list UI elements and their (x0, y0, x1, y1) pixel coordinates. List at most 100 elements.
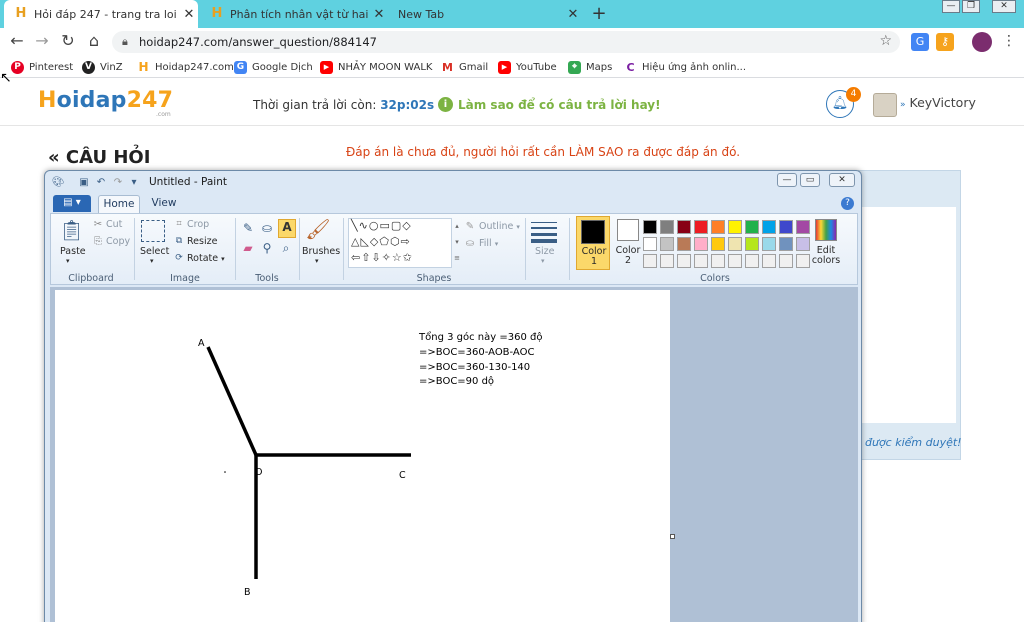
palette-swatch[interactable] (779, 254, 793, 268)
fill-button[interactable]: Fill ▾ (479, 238, 498, 249)
close-icon[interactable]: ✕ (564, 7, 582, 22)
palette-swatch[interactable] (677, 220, 691, 234)
help-icon[interactable]: ? (841, 197, 854, 210)
site-logo[interactable]: Hoidap247 (38, 88, 173, 113)
address-bar[interactable]: 🔒︎ hoidap247.com/answer_question/884147 … (112, 31, 900, 53)
close-icon[interactable]: ✕ (370, 7, 388, 22)
bookmark-nhay-moon-walk[interactable]: ▶ NHẢY MOON WALK (320, 59, 432, 75)
close-icon[interactable]: ✕ (180, 7, 198, 22)
forward-icon[interactable]: → (31, 31, 53, 51)
palette-swatch[interactable] (643, 237, 657, 251)
palette-swatch[interactable] (677, 237, 691, 251)
reload-icon[interactable]: ↻ (57, 31, 79, 51)
profile-avatar[interactable] (972, 32, 992, 52)
palette-swatch[interactable] (728, 237, 742, 251)
back-icon[interactable]: ← (6, 31, 28, 51)
palette-swatch[interactable] (796, 254, 810, 268)
bookmark-hieu-ung-anh[interactable]: C Hiệu ứng ảnh onlin... (624, 59, 746, 75)
translate-extension-icon[interactable]: G (911, 33, 929, 51)
palette-swatch[interactable] (677, 254, 691, 268)
outline-button[interactable]: Outline ▾ (479, 221, 520, 232)
rotate-button[interactable]: Rotate ▾ (187, 253, 225, 264)
size-icon[interactable] (531, 220, 557, 243)
palette-swatch[interactable] (711, 220, 725, 234)
color2-swatch[interactable] (617, 219, 639, 241)
paint-title-bar[interactable]: 🎨︎ ▣ ↶ ↷ ▾ Untitled - Paint — ▭ ✕ (45, 171, 861, 193)
bookmark-google-dich[interactable]: G Google Dịch (234, 59, 313, 75)
bookmark-gmail[interactable]: M Gmail (441, 59, 488, 75)
bookmark-pinterest[interactable]: P Pinterest (11, 59, 73, 75)
save-icon[interactable]: ▣ (78, 176, 90, 189)
answer-tip-link[interactable]: i Làm sao để có câu trả lời hay! (438, 97, 661, 112)
cut-button[interactable]: Cut (106, 219, 122, 230)
canvas-resize-handle[interactable] (670, 534, 675, 539)
select-icon[interactable] (141, 220, 165, 242)
undo-icon[interactable]: ↶ (95, 176, 107, 189)
palette-swatch[interactable] (779, 237, 793, 251)
tab-phan-tich[interactable]: H Phân tích nhân vật từ hai trong c ✕ (200, 0, 388, 28)
palette-swatch[interactable] (694, 237, 708, 251)
palette-swatch[interactable] (745, 254, 759, 268)
eraser-icon[interactable]: ▰ (240, 241, 256, 257)
palette-swatch[interactable] (762, 220, 776, 234)
palette-swatch[interactable] (660, 237, 674, 251)
edit-colors-button[interactable]: Edit colors (811, 246, 841, 266)
edit-colors-icon[interactable] (815, 219, 837, 241)
paste-icon[interactable]: 📋︎ (59, 218, 84, 244)
color2-button[interactable]: Color 2 (615, 246, 641, 266)
paint-file-menu-button[interactable]: ▤ ▾ (53, 195, 91, 212)
palette-swatch[interactable] (796, 220, 810, 234)
key-extension-icon[interactable]: ⚷ (936, 33, 954, 51)
palette-swatch[interactable] (796, 237, 810, 251)
redo-icon[interactable]: ↷ (112, 176, 124, 189)
restore-window-icon[interactable]: ❐ (962, 0, 980, 13)
size-dropdown-icon[interactable]: ▾ (541, 257, 545, 265)
new-tab-button[interactable]: + (588, 3, 610, 25)
tab-home[interactable]: Home (98, 195, 140, 213)
palette-swatch[interactable] (660, 254, 674, 268)
fill-bucket-icon[interactable]: ⛀ (259, 221, 275, 237)
palette-swatch[interactable] (660, 220, 674, 234)
bookmark-maps[interactable]: ⌖ Maps (568, 59, 612, 75)
crop-button[interactable]: Crop (187, 219, 209, 230)
palette-swatch[interactable] (745, 237, 759, 251)
pencil-icon[interactable]: ✎ (240, 221, 256, 237)
brushes-icon[interactable]: 🖌︎ (304, 217, 332, 243)
home-icon[interactable]: ⌂ (83, 31, 105, 51)
paint-canvas[interactable]: A O C B Tổng 3 góc này =360 độ =>BOC=360… (55, 290, 670, 622)
bookmark-star-icon[interactable]: ☆ (879, 33, 892, 49)
paint-minimize-icon[interactable]: — (777, 173, 797, 187)
palette-swatch[interactable] (728, 220, 742, 234)
magnifier-icon[interactable]: ⌕ (278, 241, 294, 257)
paste-dropdown-icon[interactable]: ▾ (66, 257, 70, 265)
select-button[interactable]: Select (140, 246, 169, 257)
minimize-window-icon[interactable]: — (942, 0, 960, 13)
palette-swatch[interactable] (694, 254, 708, 268)
user-menu[interactable]: » KeyVictory (900, 95, 976, 110)
paint-maximize-icon[interactable]: ▭ (800, 173, 820, 187)
color1-button[interactable]: Color 1 (576, 216, 610, 270)
shapes-gallery[interactable]: ╲∿○▭▢◇ △◺◇⬠⬡⇨ ⇦⇧⇩✧☆✩ (348, 218, 452, 268)
brushes-dropdown-icon[interactable]: ▾ (315, 257, 319, 265)
bookmark-vinz[interactable]: V VinZ (82, 59, 123, 75)
quick-access-dropdown-icon[interactable]: ▾ (129, 176, 139, 189)
palette-swatch[interactable] (762, 237, 776, 251)
paste-button[interactable]: Paste (60, 246, 86, 257)
brushes-button[interactable]: Brushes (302, 246, 340, 257)
tab-hoidap-answer[interactable]: H Hỏi đáp 247 - trang tra loi ✕ (4, 0, 198, 28)
size-button[interactable]: Size (535, 246, 555, 257)
palette-swatch[interactable] (728, 254, 742, 268)
color-picker-icon[interactable]: ⚲ (259, 241, 275, 257)
palette-swatch[interactable] (779, 220, 793, 234)
palette-swatch[interactable] (762, 254, 776, 268)
user-avatar[interactable] (873, 93, 897, 117)
answer-editor-area[interactable] (859, 207, 956, 423)
resize-button[interactable]: Resize (187, 236, 217, 247)
tab-view[interactable]: View (146, 195, 182, 213)
copy-button[interactable]: Copy (106, 236, 130, 247)
palette-swatch[interactable] (745, 220, 759, 234)
bookmark-hoidap247[interactable]: H Hoidap247.com (137, 59, 234, 75)
palette-swatch[interactable] (694, 220, 708, 234)
bookmark-youtube[interactable]: ▶ YouTube (498, 59, 557, 75)
menu-dots-icon[interactable]: ⋮ (998, 31, 1020, 51)
